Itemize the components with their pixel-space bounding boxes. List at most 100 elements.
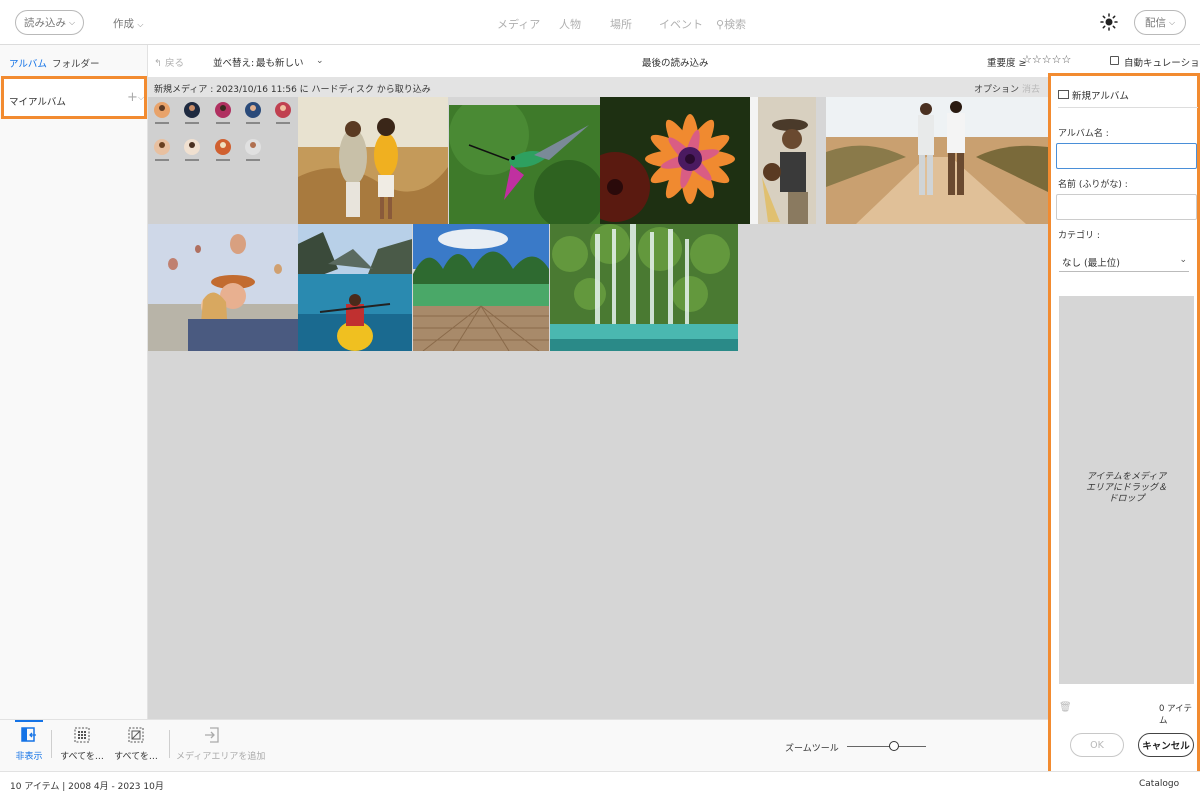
divider xyxy=(51,730,52,758)
drop-hint-line: ドロップ xyxy=(1108,494,1145,504)
my-albums-label: マイアルバム xyxy=(9,97,66,108)
dock-lake-image xyxy=(413,224,549,351)
back-icon: ↰ xyxy=(154,58,162,69)
erase-button[interactable]: 消去 xyxy=(1022,82,1040,95)
left-panel: アルバム フォルダー マイアルバム + ⌵ xyxy=(0,45,148,719)
item-range-status: 10 アイテム | 2008 4月 - 2023 10月 xyxy=(10,782,164,792)
divider xyxy=(1058,107,1198,108)
sort-select[interactable]: 最も新しい xyxy=(256,55,304,69)
zoom-slider-handle[interactable] xyxy=(889,741,900,751)
sort-label: 並べ替え: xyxy=(213,58,255,69)
thumbnail[interactable] xyxy=(413,224,549,351)
couple-close-image xyxy=(750,97,816,224)
add-media-area-button[interactable]: メディアエリアを追加 xyxy=(176,726,266,762)
brightness-icon[interactable] xyxy=(1100,13,1118,31)
panel-hide-icon xyxy=(21,727,36,742)
album-name-input[interactable] xyxy=(1056,143,1197,169)
deselect-all-button[interactable]: すべてを… xyxy=(112,726,160,762)
cancel-button[interactable]: キャンセル xyxy=(1138,733,1194,757)
catalog-name[interactable]: Catalogo xyxy=(1139,779,1179,789)
status-bar: 10 アイテム | 2008 4月 - 2023 10月 Catalogo xyxy=(0,771,1200,795)
waterfall-image xyxy=(550,224,738,351)
nav-places[interactable]: 場所 xyxy=(610,16,632,32)
chevron-down-icon: ⌵ xyxy=(137,20,144,29)
item-count: 0 アイテム xyxy=(1159,704,1193,726)
back-button[interactable]: ↰ 戻る xyxy=(154,55,184,69)
options-button[interactable]: オプション xyxy=(974,82,1019,95)
chevron-down-icon[interactable]: ⌵ xyxy=(138,93,144,103)
tab-albums[interactable]: アルバム xyxy=(9,56,47,70)
thumbnail[interactable] xyxy=(449,105,600,224)
flower-image xyxy=(600,97,750,224)
thumbnail[interactable] xyxy=(148,97,298,224)
chevron-down-icon: ⌵ xyxy=(1168,17,1176,27)
trash-icon[interactable]: 🗑 xyxy=(1059,702,1072,713)
deselect-all-icon xyxy=(128,727,144,743)
couple-road-image xyxy=(826,97,1048,224)
zoom-label: ズームツール xyxy=(785,744,839,754)
add-media-icon xyxy=(205,727,219,743)
media-toolbar: ↰ 戻る 並べ替え: 最も新しい ⌄ 最後の読み込み 重要度 ≥ ☆☆☆☆☆ 自… xyxy=(148,45,1200,83)
thumbnail[interactable] xyxy=(298,224,412,351)
couple-field-image xyxy=(298,97,448,224)
deselect-all-label: すべてを… xyxy=(114,752,158,762)
chevron-down-icon: ⌵ xyxy=(68,17,76,27)
add-album-icon[interactable]: + xyxy=(127,90,138,105)
image-icon xyxy=(1058,90,1069,99)
select-all-button[interactable]: すべてを… xyxy=(58,726,106,762)
add-media-label: メディアエリアを追加 xyxy=(176,752,266,762)
create-menu[interactable]: 作成 ⌵ xyxy=(113,16,143,31)
drop-hint: アイテムをメディア エリアにドラッグ＆ ドロップ xyxy=(1059,472,1194,505)
thumbnail[interactable] xyxy=(148,224,298,351)
import-info: 新規メディア : 2023/10/16 11:56 に ハードディスク から取り… xyxy=(154,85,431,95)
nav-events[interactable]: イベント xyxy=(659,16,703,32)
new-album-panel: 新規アルバム アルバム名 : 名前 (ふりがな) : カテゴリ : なし (最上… xyxy=(1048,73,1200,775)
thumbnail[interactable] xyxy=(550,224,738,351)
zoom-slider-track[interactable] xyxy=(847,746,926,747)
media-group-header: 新規メディア : 2023/10/16 11:56 に ハードディスク から取り… xyxy=(148,77,1048,97)
furigana-input[interactable] xyxy=(1056,194,1197,220)
nav-people[interactable]: 人物 xyxy=(559,16,581,32)
people-grid-image xyxy=(148,97,298,224)
search-label: 検索 xyxy=(724,18,747,31)
chevron-down-icon[interactable]: ⌄ xyxy=(316,56,324,66)
panel-title: 新規アルバム xyxy=(1072,91,1129,102)
album-drop-zone[interactable]: アイテムをメディア エリアにドラッグ＆ ドロップ xyxy=(1059,296,1194,684)
bottom-toolbar: 非表示 すべてを… すべてを… メディアエリアを追加 ズームツール xyxy=(0,719,1048,771)
rating-label: 重要度 ≥ xyxy=(987,58,1027,69)
kayak-fjord-image xyxy=(298,224,412,351)
tab-folders[interactable]: フォルダー xyxy=(52,56,100,70)
active-indicator xyxy=(15,720,43,722)
select-all-label: すべてを… xyxy=(60,752,104,762)
furigana-label: 名前 (ふりがな) : xyxy=(1058,180,1128,190)
auto-curate-checkbox[interactable] xyxy=(1110,56,1119,65)
hide-label: 非表示 xyxy=(15,752,43,762)
category-select[interactable]: なし (最上位) ⌄ xyxy=(1059,250,1189,272)
nav-search[interactable]: ⚲検索 xyxy=(716,16,746,32)
thumbnail[interactable] xyxy=(826,97,1048,224)
top-bar: 読み込み ⌵ 作成 ⌵ メディア 人物 場所 イベント ⚲検索 配信 ⌵ xyxy=(0,0,1200,45)
category-value: なし (最上位) xyxy=(1062,258,1120,269)
share-button[interactable]: 配信 ⌵ xyxy=(1134,10,1186,35)
nav-media[interactable]: メディア xyxy=(497,16,540,32)
view-title: 最後の読み込み xyxy=(642,58,709,69)
share-label: 配信 xyxy=(1144,17,1166,29)
import-label: 読み込み xyxy=(23,17,66,29)
media-area[interactable]: 新規メディア : 2023/10/16 11:56 に ハードディスク から取り… xyxy=(148,77,1048,719)
hummingbird-image xyxy=(449,105,600,224)
import-button[interactable]: 読み込み ⌵ xyxy=(15,10,84,35)
thumbnail[interactable] xyxy=(298,97,448,224)
back-label: 戻る xyxy=(165,58,185,69)
category-label: カテゴリ : xyxy=(1058,231,1100,241)
chevron-down-icon: ⌄ xyxy=(1179,255,1187,265)
divider xyxy=(169,730,170,758)
thumbnail[interactable] xyxy=(600,97,750,224)
album-name-label: アルバム名 : xyxy=(1058,129,1109,139)
thumbnail[interactable] xyxy=(750,97,816,224)
hide-panel-button[interactable]: 非表示 xyxy=(5,726,53,762)
drop-hint-line: アイテムをメディア xyxy=(1086,472,1167,482)
ok-button[interactable]: OK xyxy=(1070,733,1124,757)
my-albums-section[interactable]: マイアルバム + ⌵ xyxy=(1,76,147,119)
rating-stars[interactable]: ☆☆☆☆☆ xyxy=(1022,53,1071,66)
search-icon: ⚲ xyxy=(716,18,725,31)
